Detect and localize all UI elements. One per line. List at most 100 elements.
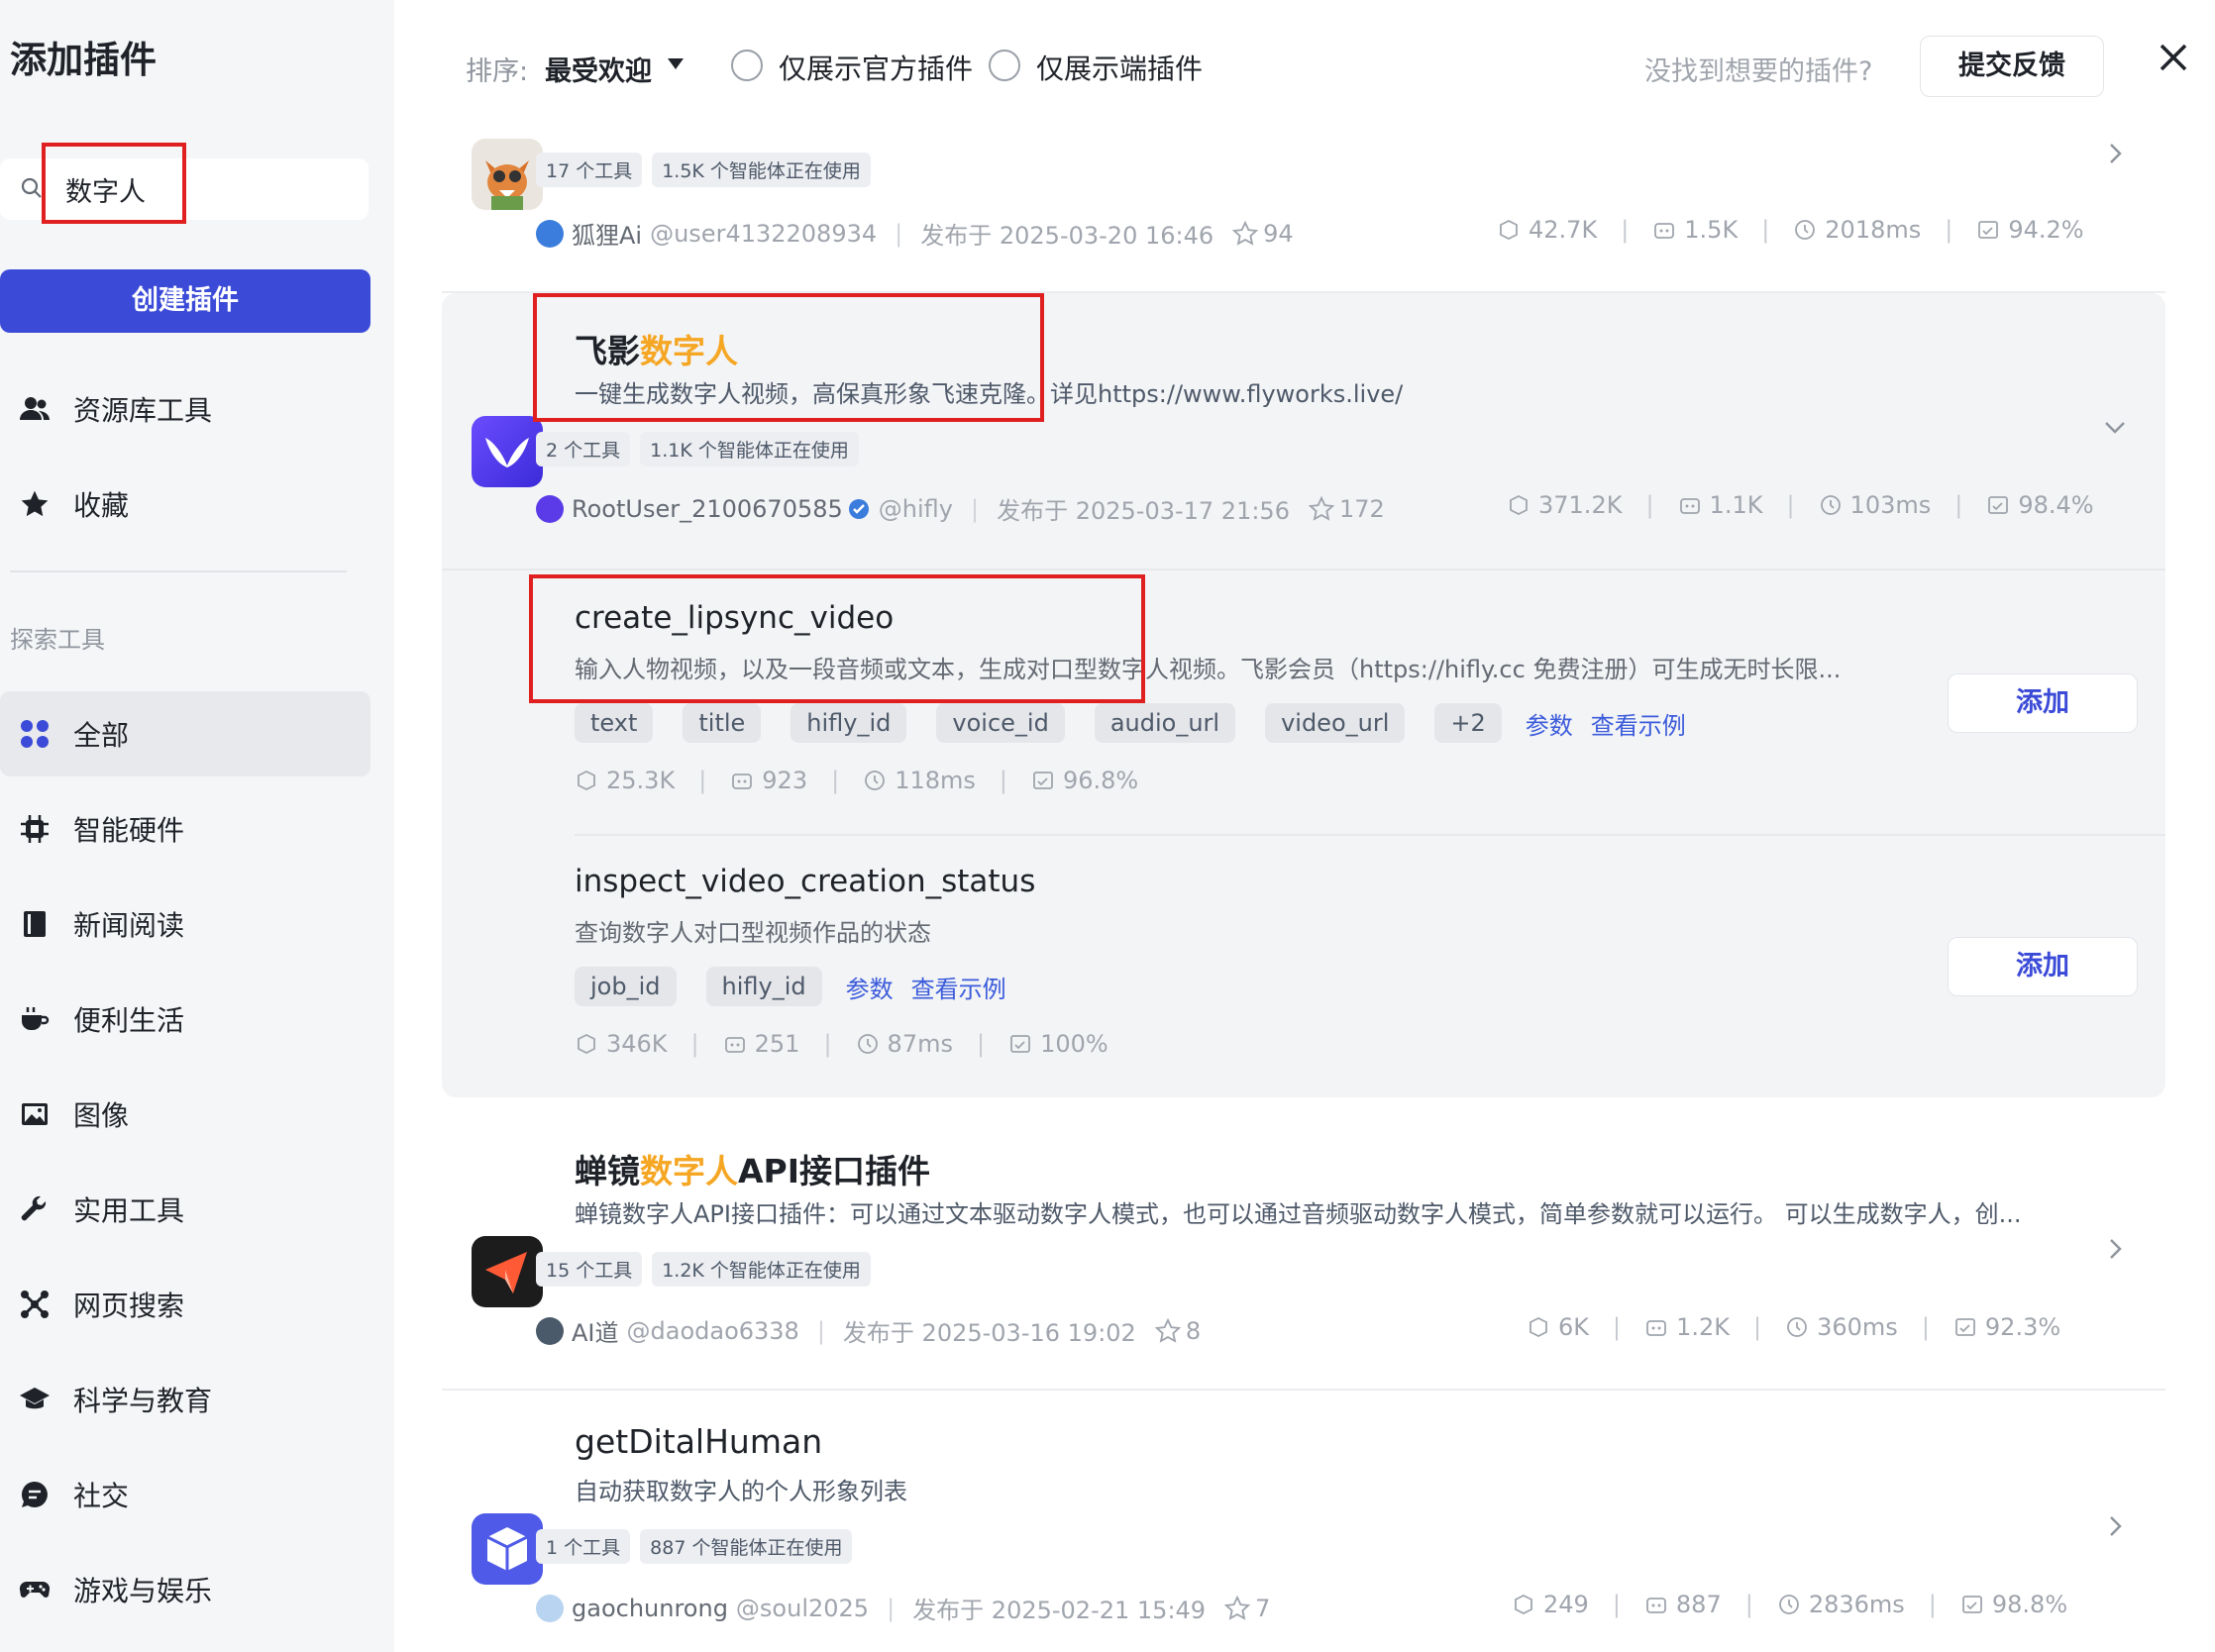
plugin-name[interactable]: 飞影数字人: [575, 325, 738, 372]
call-count: 25.3K: [606, 767, 676, 794]
params-link[interactable]: 参数: [1526, 706, 1573, 741]
sidebar-item-news[interactable]: 新闻阅读: [0, 881, 370, 967]
sidebar-item-games[interactable]: 游戏与娱乐: [0, 1547, 370, 1632]
clock-icon: [1787, 1317, 1808, 1337]
tool-name: create_lipsync_video: [575, 600, 895, 636]
plugin-card[interactable]: 17 个工具 1.5K 个智能体正在使用 狐狸Ai @user413220893…: [442, 119, 2165, 287]
dialog-title: 添加插件: [10, 39, 157, 81]
plugin-card[interactable]: 蝉镜数字人API接口插件 蝉镜数字人API接口插件：可以通过文本驱动数字人模式，…: [442, 1125, 2165, 1383]
divider: [442, 568, 2165, 570]
sidebar-item-all[interactable]: 全部: [0, 691, 370, 776]
author-name[interactable]: RootUser_2100670585: [572, 495, 843, 523]
plugin-name[interactable]: getDitalHuman: [575, 1422, 822, 1461]
star-outline-icon[interactable]: [1308, 495, 1335, 523]
sidebar-item-library-tools[interactable]: 资源库工具: [0, 366, 370, 452]
plugin-card[interactable]: getDitalHuman 自动获取数字人的个人形象列表 1 个工具 887 个…: [442, 1402, 2165, 1652]
author-handle: @user4132208934: [650, 219, 878, 248]
call-count: 371.2K: [1538, 491, 1623, 519]
plugin-description: 一键生成数字人视频，高保真形象飞速克隆。详见https://www.flywor…: [575, 380, 1404, 408]
author-handle: @daodao6338: [626, 1316, 799, 1345]
call-count: 6K: [1558, 1313, 1590, 1341]
call-count: 42.7K: [1529, 216, 1598, 244]
client-only-label[interactable]: 仅展示端插件: [1036, 48, 1203, 87]
author-avatar: [536, 494, 564, 523]
sidebar-item-web-search[interactable]: 网页搜索: [0, 1262, 370, 1347]
add-tool-button[interactable]: 添加: [1948, 673, 2138, 733]
search-input[interactable]: [65, 168, 353, 210]
network-icon: [18, 1288, 52, 1321]
tool-name: inspect_video_creation_status: [575, 864, 1036, 899]
sidebar-item-daily-life[interactable]: 便利生活: [0, 977, 370, 1062]
bot-count: 1.1K: [1709, 491, 1763, 519]
success-rate-icon: [1033, 772, 1053, 789]
latency: 103ms: [1849, 491, 1932, 519]
star-outline-icon[interactable]: [1154, 1317, 1182, 1345]
sidebar-item-utilities[interactable]: 实用工具: [0, 1167, 370, 1252]
param-tag: hifly_id: [705, 967, 822, 1006]
usage-count-tag: 1.1K 个智能体正在使用: [640, 432, 859, 466]
plugin-card-expanded[interactable]: 飞影数字人 一键生成数字人视频，高保真形象飞速克隆。详见https://www.…: [442, 293, 2165, 1097]
chevron-right-icon[interactable]: [2102, 141, 2128, 166]
success-rate: 98.4%: [2018, 491, 2094, 519]
create-plugin-button[interactable]: 创建插件: [0, 269, 370, 333]
chevron-right-icon[interactable]: [2102, 1513, 2128, 1539]
param-tag: text: [575, 703, 654, 743]
more-params-tag[interactable]: +2: [1434, 703, 1502, 743]
star-count: 7: [1255, 1594, 1271, 1622]
chevron-right-icon[interactable]: [2102, 1236, 2128, 1262]
star-outline-icon[interactable]: [1223, 1595, 1251, 1622]
close-icon[interactable]: [2154, 38, 2193, 77]
params-link[interactable]: 参数: [846, 970, 894, 1004]
sidebar-item-science-education[interactable]: 科学与教育: [0, 1357, 370, 1442]
official-only-label[interactable]: 仅展示官方插件: [779, 48, 973, 87]
success-rate-icon: [1978, 221, 1999, 239]
sidebar-item-label: 图像: [73, 1099, 130, 1132]
star-count: 94: [1263, 219, 1294, 248]
bot-icon: [1646, 1598, 1666, 1613]
sort-dropdown[interactable]: 最受欢迎: [545, 50, 652, 88]
sidebar-item-label: 社交: [73, 1480, 130, 1512]
latency: 118ms: [895, 767, 976, 794]
clock-icon: [1795, 220, 1816, 240]
success-rate: 94.2%: [2008, 216, 2084, 244]
star-icon: [18, 487, 52, 521]
latency: 2836ms: [1808, 1591, 1905, 1618]
view-examples-link[interactable]: 查看示例: [911, 970, 1006, 1004]
author-avatar: [536, 1594, 564, 1622]
success-rate-icon: [1988, 496, 2009, 514]
bot-count: 1.2K: [1676, 1313, 1731, 1341]
cube-icon: [1515, 1594, 1532, 1615]
divider: [442, 1389, 2165, 1391]
view-examples-link[interactable]: 查看示例: [1591, 706, 1686, 741]
clock-icon: [1778, 1595, 1799, 1614]
sidebar-item-favorites[interactable]: 收藏: [0, 462, 370, 547]
client-only-radio[interactable]: [989, 50, 1020, 81]
divider: [575, 834, 2165, 836]
search-box[interactable]: [0, 158, 369, 220]
plugin-avatar: [472, 139, 543, 210]
star-outline-icon[interactable]: [1231, 220, 1259, 248]
submit-feedback-button[interactable]: 提交反馈: [1920, 36, 2104, 97]
sidebar-item-image[interactable]: 图像: [0, 1072, 370, 1157]
tool-count-tag: 2 个工具: [536, 432, 631, 466]
plugin-avatar: [472, 1513, 543, 1585]
author-name[interactable]: AI道: [572, 1313, 619, 1348]
add-tool-button[interactable]: 添加: [1948, 937, 2138, 996]
caret-down-icon[interactable]: [668, 58, 684, 69]
official-only-radio[interactable]: [731, 50, 763, 81]
author-name[interactable]: 狐狸Ai: [572, 216, 642, 251]
cube-icon: [578, 770, 595, 791]
sidebar-item-social[interactable]: 社交: [0, 1452, 370, 1537]
param-tag: job_id: [575, 967, 677, 1006]
plugin-name[interactable]: 蝉镜数字人API接口插件: [575, 1145, 930, 1192]
plugin-description: 自动获取数字人的个人形象列表: [575, 1478, 907, 1505]
sidebar-item-label: 便利生活: [73, 1004, 185, 1037]
success-rate-icon: [1010, 1035, 1030, 1053]
chip-icon: [18, 812, 52, 846]
param-tag: voice_id: [936, 703, 1065, 743]
usage-count-tag: 1.5K 个智能体正在使用: [652, 153, 871, 187]
author-name[interactable]: gaochunrong: [572, 1595, 728, 1622]
chevron-down-icon[interactable]: [2102, 414, 2128, 440]
star-count: 8: [1185, 1316, 1202, 1345]
sidebar-item-smart-hardware[interactable]: 智能硬件: [0, 786, 370, 872]
